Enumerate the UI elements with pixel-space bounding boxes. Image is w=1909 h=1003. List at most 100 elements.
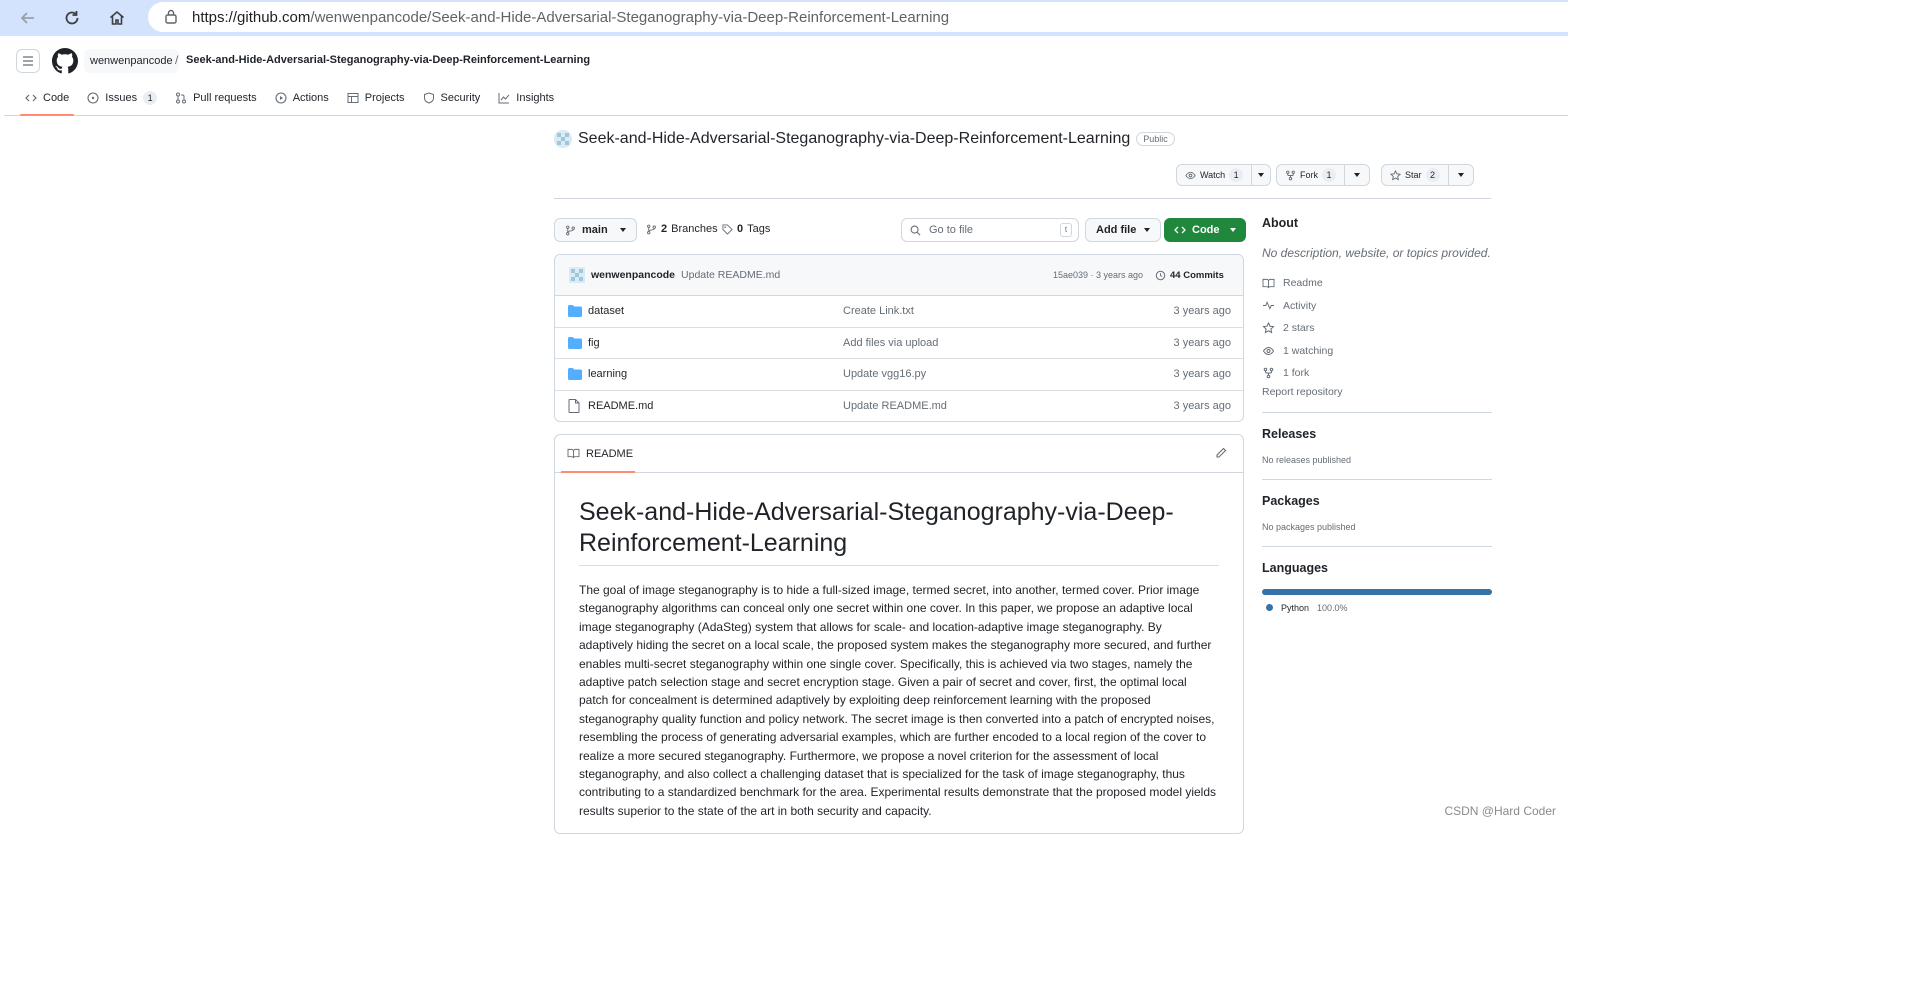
eye-icon: [1262, 346, 1275, 355]
address-bar[interactable]: https://github.com/wenwenpancode/Seek-an…: [148, 2, 1568, 32]
commit-author[interactable]: wenwenpancode: [591, 269, 675, 281]
watching-link[interactable]: 1 watching: [1262, 340, 1492, 363]
file-row[interactable]: dataset Create Link.txt 3 years ago: [555, 296, 1243, 328]
go-to-file-placeholder: Go to file: [929, 224, 974, 236]
tags-link[interactable]: 0 Tags: [722, 223, 770, 235]
file-name[interactable]: learning: [588, 368, 627, 380]
watch-button[interactable]: Watch 1: [1177, 165, 1253, 185]
divider: [1262, 478, 1492, 480]
search-icon: [910, 225, 921, 235]
file-row[interactable]: README.md Update README.md 3 years ago: [555, 391, 1243, 422]
activity-link[interactable]: Activity: [1262, 295, 1492, 318]
tab-security[interactable]: Security: [414, 86, 490, 110]
file-commit-message[interactable]: Add files via upload: [843, 337, 938, 349]
fork-button[interactable]: Fork 1: [1277, 165, 1345, 185]
graph-icon: [498, 93, 510, 104]
tab-projects[interactable]: Projects: [338, 86, 414, 110]
branches-count: 2: [661, 223, 668, 235]
commit-message[interactable]: Update README.md: [681, 269, 780, 281]
file-name[interactable]: dataset: [588, 305, 624, 317]
file-commit-message[interactable]: Update vgg16.py: [843, 368, 926, 380]
file-row[interactable]: learning Update vgg16.py 3 years ago: [555, 359, 1243, 391]
about-item-label: 1 fork: [1283, 367, 1310, 380]
commits-link[interactable]: 44 Commits: [1155, 270, 1224, 281]
site-info-icon[interactable]: [164, 8, 178, 27]
tag-icon: [722, 223, 733, 235]
chevron-down-icon: [1457, 173, 1464, 177]
code-button[interactable]: Code: [1164, 218, 1246, 242]
tab-insights[interactable]: Insights: [489, 86, 563, 110]
packages-heading[interactable]: Packages: [1262, 494, 1492, 508]
language-bar: [1262, 588, 1492, 595]
language-item-python[interactable]: Python 100.0%: [1262, 603, 1492, 613]
folder-icon: [568, 336, 582, 352]
repo-nav-tabs: Code Issues 1 Pull requests Actions Proj…: [16, 86, 563, 116]
readme-tab[interactable]: README: [555, 435, 1243, 473]
tab-issues[interactable]: Issues 1: [78, 86, 166, 110]
about-heading: About: [1262, 216, 1299, 230]
star-button-group: Star 2: [1381, 164, 1474, 186]
readme-heading: Seek-and-Hide-Adversarial-Steganography-…: [579, 497, 1219, 566]
star-button[interactable]: Star 2: [1382, 165, 1449, 185]
stars-link[interactable]: 2 stars: [1262, 317, 1492, 340]
pencil-icon[interactable]: [1215, 447, 1227, 462]
report-repository-link[interactable]: Report repository: [1262, 386, 1492, 398]
reload-icon[interactable]: [58, 4, 86, 32]
file-row[interactable]: fig Add files via upload 3 years ago: [555, 328, 1243, 359]
file-table: wenwenpancode Update README.md 15ae039 ·…: [554, 254, 1244, 422]
repo-title[interactable]: Seek-and-Hide-Adversarial-Steganography-…: [578, 130, 1130, 148]
file-commit-message[interactable]: Create Link.txt: [843, 305, 914, 317]
forks-link[interactable]: 1 fork: [1262, 362, 1492, 385]
github-logo-icon[interactable]: [52, 48, 78, 77]
readme-link[interactable]: Readme: [1262, 272, 1492, 295]
visibility-badge: Public: [1136, 132, 1175, 146]
tab-label: Security: [440, 92, 481, 104]
watch-dropdown-button[interactable]: [1252, 165, 1270, 185]
fork-dropdown-button[interactable]: [1345, 165, 1369, 185]
about-list: Readme Activity 2 stars 1 watching 1 for…: [1262, 272, 1492, 385]
go-to-file-input[interactable]: Go to file t: [901, 218, 1079, 242]
file-name[interactable]: README.md: [588, 400, 653, 412]
about-item-label: Activity: [1283, 299, 1317, 312]
author-avatar[interactable]: [569, 267, 585, 283]
breadcrumb-owner[interactable]: wenwenpancode: [84, 49, 179, 73]
star-dropdown-button[interactable]: [1449, 165, 1473, 185]
hamburger-menu-button[interactable]: [16, 49, 40, 73]
branch-selector[interactable]: main: [554, 218, 637, 242]
about-item-label: Readme: [1283, 277, 1323, 290]
star-icon: [1390, 169, 1401, 181]
tab-code[interactable]: Code: [16, 86, 78, 116]
tab-actions[interactable]: Actions: [266, 86, 338, 110]
home-icon[interactable]: [103, 4, 131, 32]
tab-label: Issues: [105, 92, 138, 104]
commits-count: 44 Commits: [1170, 269, 1224, 281]
tab-pull-requests[interactable]: Pull requests: [166, 86, 266, 110]
repo-sidebar: About No description, website, or topics…: [1262, 216, 1492, 613]
book-icon: [1262, 278, 1275, 288]
language-color-dot: [1266, 604, 1273, 611]
file-name[interactable]: fig: [588, 337, 600, 349]
tab-label: Insights: [516, 92, 555, 104]
chevron-down-icon: [619, 228, 626, 232]
fork-counter: 1: [1322, 168, 1336, 182]
file-age: 3 years ago: [1173, 336, 1231, 349]
back-icon[interactable]: [14, 4, 42, 32]
star-counter: 2: [1425, 168, 1440, 182]
watch-counter: 1: [1229, 168, 1244, 182]
shield-icon: [423, 92, 434, 104]
about-item-label: 2 stars: [1283, 322, 1315, 335]
star-label: Star: [1405, 170, 1422, 180]
divider: [1262, 411, 1492, 413]
tab-label: Actions: [292, 92, 329, 104]
branches-link[interactable]: 2 Branches: [646, 223, 718, 235]
folder-icon: [568, 368, 582, 383]
tags-label: Tags: [747, 223, 771, 235]
commit-hash-time[interactable]: 15ae039 · 3 years ago: [1053, 270, 1143, 280]
add-file-button[interactable]: Add file: [1085, 218, 1162, 242]
file-age: 3 years ago: [1173, 305, 1231, 318]
breadcrumb-repo[interactable]: Seek-and-Hide-Adversarial-Steganography-…: [186, 54, 590, 66]
tab-label: Pull requests: [193, 92, 257, 104]
file-commit-message[interactable]: Update README.md: [843, 400, 947, 412]
owner-avatar[interactable]: [554, 130, 572, 148]
releases-heading[interactable]: Releases: [1262, 427, 1492, 441]
